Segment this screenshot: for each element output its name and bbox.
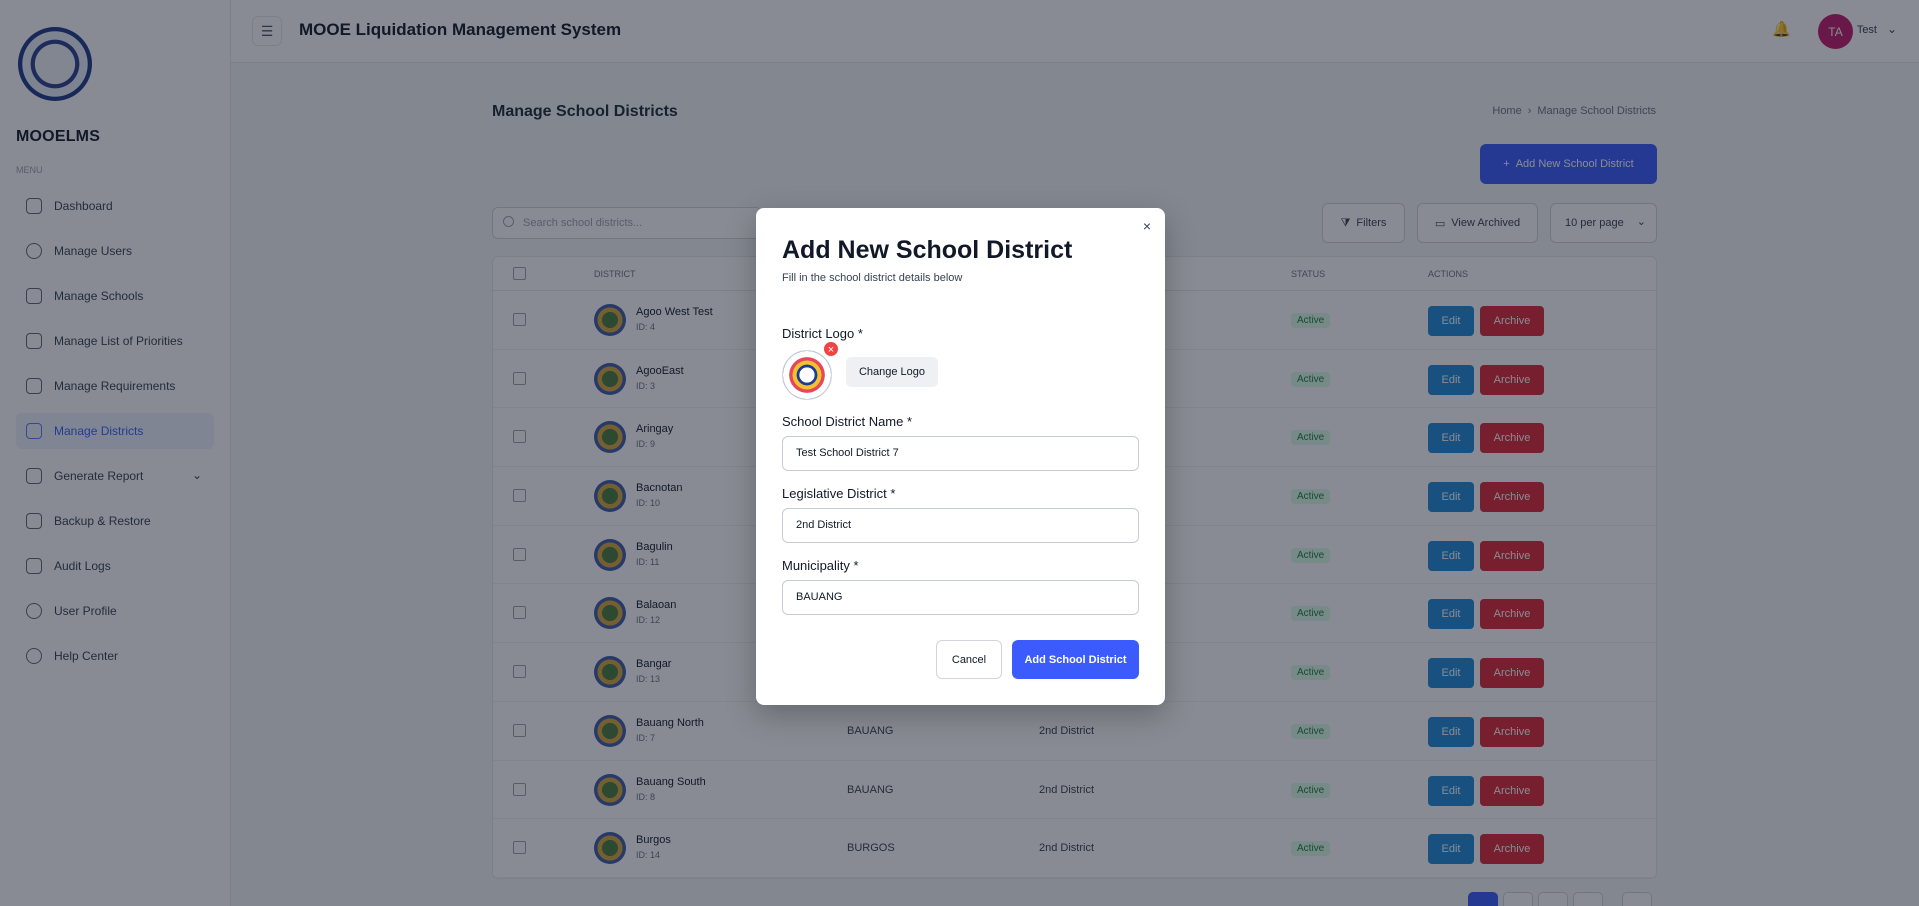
district-logo-label: District Logo *: [782, 326, 863, 341]
district-name-label: School District Name *: [782, 414, 913, 429]
add-district-modal: × Add New School District Fill in the sc…: [756, 208, 1165, 705]
add-school-district-button[interactable]: Add School District: [1012, 640, 1139, 679]
municipality-input[interactable]: BAUANG: [782, 580, 1139, 615]
legislative-district-label: Legislative District *: [782, 486, 896, 501]
cancel-button[interactable]: Cancel: [936, 640, 1002, 679]
change-logo-button[interactable]: Change Logo: [846, 357, 938, 387]
district-logo-preview: [782, 350, 832, 400]
remove-logo-icon[interactable]: ×: [823, 341, 839, 357]
modal-subtitle: Fill in the school district details belo…: [782, 272, 963, 284]
district-name-input[interactable]: Test School District 7: [782, 436, 1139, 471]
modal-title: Add New School District: [782, 236, 1073, 264]
municipality-label: Municipality *: [782, 558, 859, 573]
close-icon[interactable]: ×: [1143, 218, 1151, 234]
legislative-district-input[interactable]: 2nd District: [782, 508, 1139, 543]
